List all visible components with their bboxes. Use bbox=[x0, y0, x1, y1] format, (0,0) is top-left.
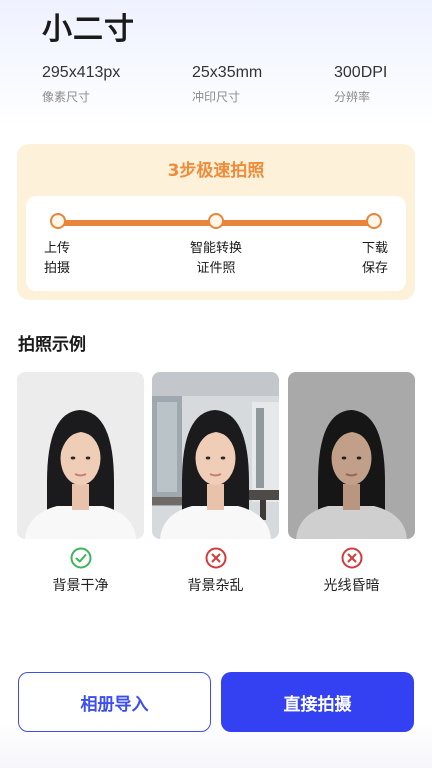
example-photo-messy bbox=[152, 372, 279, 539]
step-dot-upload bbox=[50, 213, 66, 229]
steps-progress: 上传 拍摄 智能转换 证件照 下载 保存 bbox=[26, 196, 406, 291]
step-label-line: 上传 bbox=[43, 241, 70, 256]
step-label-line: 智能转换 bbox=[189, 241, 242, 256]
example-label: 光线昏暗 bbox=[323, 578, 380, 594]
spec-row: 295x413px 像素尺寸 25x35mm 冲印尺寸 300DPI 分辨率 bbox=[42, 64, 402, 108]
step-dot-download bbox=[366, 213, 382, 229]
step-label-upload: 上传 拍摄 bbox=[42, 239, 72, 279]
page-title: 小二寸 bbox=[42, 12, 135, 47]
spec-value: 300DPI bbox=[334, 64, 388, 81]
step-label-convert: 智能转换 证件照 bbox=[176, 239, 256, 279]
example-photo-clean bbox=[17, 372, 144, 539]
example-photo-dim bbox=[288, 372, 415, 539]
check-circle-icon bbox=[70, 547, 91, 569]
spec-value: 25x35mm bbox=[192, 64, 263, 81]
spec-pixel-size: 295x413px 像素尺寸 bbox=[42, 64, 120, 105]
spec-label: 分辨率 bbox=[334, 90, 371, 104]
step-label-line: 拍摄 bbox=[43, 261, 70, 276]
album-import-button[interactable]: 相册导入 bbox=[18, 672, 211, 732]
example-messy-background: 背景杂乱 bbox=[152, 372, 279, 595]
step-label-line: 证件照 bbox=[196, 261, 236, 276]
spec-value: 295x413px bbox=[42, 64, 121, 81]
example-label: 背景杂乱 bbox=[187, 578, 244, 594]
spec-resolution: 300DPI 分辨率 bbox=[334, 64, 387, 105]
step-label-line: 下载 bbox=[361, 241, 388, 256]
examples-title: 拍照示例 bbox=[18, 335, 86, 355]
step-dot-convert bbox=[208, 213, 224, 229]
step-label-line: 保存 bbox=[361, 261, 388, 276]
example-clean-background: 背景干净 bbox=[17, 372, 144, 595]
spec-print-size: 25x35mm 冲印尺寸 bbox=[192, 64, 262, 105]
steps-card: 3步极速拍照 上传 拍摄 智能转换 证件照 下载 保存 bbox=[17, 144, 415, 300]
step-label-download: 下载 保存 bbox=[360, 239, 390, 279]
take-photo-button[interactable]: 直接拍摄 bbox=[221, 672, 414, 732]
x-circle-icon bbox=[341, 547, 362, 569]
x-circle-icon bbox=[205, 547, 226, 569]
example-label: 背景干净 bbox=[52, 578, 109, 594]
examples-grid: 背景干净 背景杂乱 光线昏暗 bbox=[17, 372, 415, 612]
example-dim-lighting: 光线昏暗 bbox=[288, 372, 415, 595]
spec-label: 像素尺寸 bbox=[42, 90, 91, 104]
steps-heading: 3步极速拍照 bbox=[167, 161, 265, 181]
spec-label: 冲印尺寸 bbox=[192, 90, 241, 104]
